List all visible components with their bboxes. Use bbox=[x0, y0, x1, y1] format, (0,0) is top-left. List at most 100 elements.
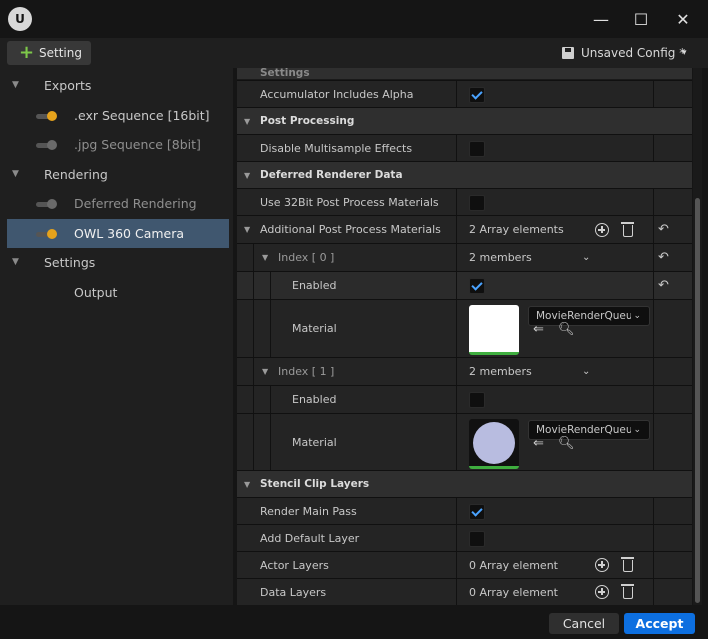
config-label: Unsaved Config * bbox=[581, 46, 686, 60]
trash-icon[interactable] bbox=[621, 222, 634, 237]
material-asset-combo[interactable]: MovieRenderQueue ⌄ bbox=[528, 420, 650, 440]
add-setting-button[interactable]: + Setting bbox=[7, 41, 91, 65]
property-label: Additional Post Process Materials bbox=[260, 223, 441, 236]
sphere-preview-icon bbox=[473, 422, 515, 464]
stencil-clip-category-header[interactable]: ▼ Stencil Clip Layers bbox=[237, 470, 692, 497]
post-processing-category-header[interactable]: ▼ Post Processing bbox=[237, 107, 692, 134]
details-scrollbar[interactable] bbox=[693, 68, 702, 605]
reset-arrow-icon[interactable]: ↶ bbox=[658, 272, 669, 300]
add-element-icon[interactable] bbox=[595, 558, 609, 572]
collapse-arrow-icon[interactable]: ▼ bbox=[12, 160, 19, 190]
property-row-accumulator-alpha: Accumulator Includes Alpha bbox=[237, 80, 692, 107]
members-value: 2 members bbox=[469, 365, 532, 378]
browse-folder-icon[interactable]: 🔍︎ bbox=[558, 320, 575, 340]
tree-item-label: Output bbox=[74, 284, 118, 300]
chevron-down-icon[interactable]: ⌄ bbox=[582, 244, 590, 272]
tree-item-label: .exr Sequence [16bit] bbox=[74, 107, 210, 123]
save-icon bbox=[562, 47, 574, 59]
use-selected-asset-icon[interactable]: ⇐ bbox=[533, 320, 544, 340]
maximize-button[interactable]: ☐ bbox=[629, 8, 653, 32]
property-row-enabled-0: Enabled ↶ bbox=[237, 271, 692, 299]
plus-icon: + bbox=[19, 42, 35, 63]
add-element-icon[interactable] bbox=[595, 223, 609, 237]
tree-item-owl-360-camera[interactable]: OWL 360 Camera bbox=[7, 218, 229, 248]
category-label: Deferred Renderer Data bbox=[260, 169, 403, 181]
details-panel: Settings Accumulator Includes Alpha ▼ Po… bbox=[237, 68, 692, 605]
setting-label: Setting bbox=[39, 46, 82, 60]
settings-category-header[interactable]: Settings bbox=[237, 68, 692, 79]
tree-item-label: Settings bbox=[44, 255, 96, 270]
use-selected-asset-icon[interactable]: ⇐ bbox=[533, 434, 544, 454]
toolbar: + Setting Unsaved Config * ▾ bbox=[0, 38, 708, 68]
material-asset-combo[interactable]: MovieRenderQueue ⌄ bbox=[528, 306, 650, 326]
tree-item-exr-sequence[interactable]: .exr Sequence [16bit] bbox=[7, 101, 229, 131]
property-label: Material bbox=[292, 436, 337, 449]
tree-item-output[interactable]: Output bbox=[7, 278, 229, 308]
collapse-arrow-icon[interactable]: ▼ bbox=[244, 162, 250, 189]
collapse-arrow-icon[interactable]: ▼ bbox=[244, 216, 250, 244]
tree-item-settings[interactable]: ▼ Settings bbox=[7, 248, 229, 278]
property-row-material-1: Material MovieRenderQueue ⌄ ⇐ 🔍︎ bbox=[237, 413, 692, 470]
property-label: Enabled bbox=[292, 279, 337, 292]
settings-tree-panel: ▼ Exports .exr Sequence [16bit] .jpg Seq… bbox=[0, 68, 233, 605]
close-button[interactable]: ✕ bbox=[671, 8, 695, 32]
accept-button[interactable]: Accept bbox=[624, 613, 695, 634]
tree-item-label: Rendering bbox=[44, 166, 108, 182]
collapse-arrow-icon[interactable]: ▼ bbox=[262, 358, 268, 386]
render-main-pass-checkbox[interactable] bbox=[469, 504, 485, 520]
collapse-arrow-icon[interactable]: ▼ bbox=[262, 244, 268, 272]
property-label: Index [ 0 ] bbox=[278, 251, 335, 264]
reset-arrow-icon[interactable]: ↶ bbox=[658, 244, 669, 272]
collapse-arrow-icon[interactable]: ▼ bbox=[12, 71, 19, 101]
add-element-icon[interactable] bbox=[595, 585, 609, 599]
property-row-disable-multisample: Disable Multisample Effects bbox=[237, 134, 692, 161]
deferred-renderer-category-header[interactable]: ▼ Deferred Renderer Data bbox=[237, 161, 692, 188]
dialog-footer: Cancel Accept bbox=[0, 605, 708, 639]
tree-item-rendering[interactable]: ▼ Rendering bbox=[7, 160, 229, 190]
tree-item-exports[interactable]: ▼ Exports bbox=[7, 71, 229, 101]
enable-toggle-icon[interactable] bbox=[36, 228, 58, 239]
tree-item-deferred-rendering[interactable]: Deferred Rendering bbox=[7, 189, 229, 219]
property-row-use32bit: Use 32Bit Post Process Materials bbox=[237, 188, 692, 215]
material-asset-label: MovieRenderQueue bbox=[536, 310, 639, 322]
property-label: Use 32Bit Post Process Materials bbox=[260, 196, 439, 209]
property-label: Render Main Pass bbox=[260, 505, 357, 518]
enabled-0-checkbox[interactable] bbox=[469, 278, 485, 294]
minimize-button[interactable]: — bbox=[589, 8, 613, 32]
accumulator-alpha-checkbox[interactable] bbox=[469, 87, 485, 103]
trash-icon[interactable] bbox=[621, 584, 634, 599]
array-count-value: 0 Array element bbox=[469, 559, 558, 572]
unreal-logo-icon: U bbox=[8, 7, 32, 31]
disable-toggle-icon[interactable] bbox=[36, 199, 58, 209]
use32bit-checkbox[interactable] bbox=[469, 195, 485, 211]
array-count-value: 2 Array elements bbox=[469, 223, 564, 236]
collapse-arrow-icon[interactable]: ▼ bbox=[244, 108, 250, 135]
tree-item-jpg-sequence[interactable]: .jpg Sequence [8bit] bbox=[7, 130, 229, 160]
disable-toggle-icon[interactable] bbox=[36, 140, 58, 150]
enable-toggle-icon[interactable] bbox=[36, 110, 58, 121]
disable-multisample-checkbox[interactable] bbox=[469, 141, 485, 157]
scrollbar-thumb[interactable] bbox=[695, 198, 700, 603]
property-row-add-default-layer: Add Default Layer bbox=[237, 524, 692, 551]
browse-folder-icon[interactable]: 🔍︎ bbox=[558, 434, 575, 454]
config-dropdown[interactable]: Unsaved Config * ▾ bbox=[562, 41, 702, 65]
array-count-value: 0 Array element bbox=[469, 586, 558, 599]
enabled-1-checkbox[interactable] bbox=[469, 392, 485, 408]
property-row-index-1: ▼ Index [ 1 ] 2 members ⌄ bbox=[237, 357, 692, 385]
collapse-arrow-icon[interactable]: ▼ bbox=[12, 248, 19, 278]
material-thumbnail[interactable] bbox=[469, 305, 519, 355]
cancel-button[interactable]: Cancel bbox=[549, 613, 619, 634]
chevron-down-icon[interactable]: ⌄ bbox=[582, 358, 590, 386]
property-row-enabled-1: Enabled bbox=[237, 385, 692, 413]
material-thumbnail[interactable] bbox=[469, 419, 519, 469]
collapse-arrow-icon[interactable]: ▼ bbox=[244, 471, 250, 498]
property-label: Enabled bbox=[292, 393, 337, 406]
trash-icon[interactable] bbox=[621, 557, 634, 572]
property-row-render-main-pass: Render Main Pass bbox=[237, 497, 692, 524]
title-bar: U — ☐ ✕ bbox=[0, 0, 708, 38]
settings-tree: ▼ Exports .exr Sequence [16bit] .jpg Seq… bbox=[7, 71, 229, 307]
reset-arrow-icon[interactable]: ↶ bbox=[658, 216, 669, 244]
property-row-data-layers: Data Layers 0 Array element bbox=[237, 578, 692, 605]
add-default-layer-checkbox[interactable] bbox=[469, 531, 485, 547]
property-label: Accumulator Includes Alpha bbox=[260, 88, 414, 101]
